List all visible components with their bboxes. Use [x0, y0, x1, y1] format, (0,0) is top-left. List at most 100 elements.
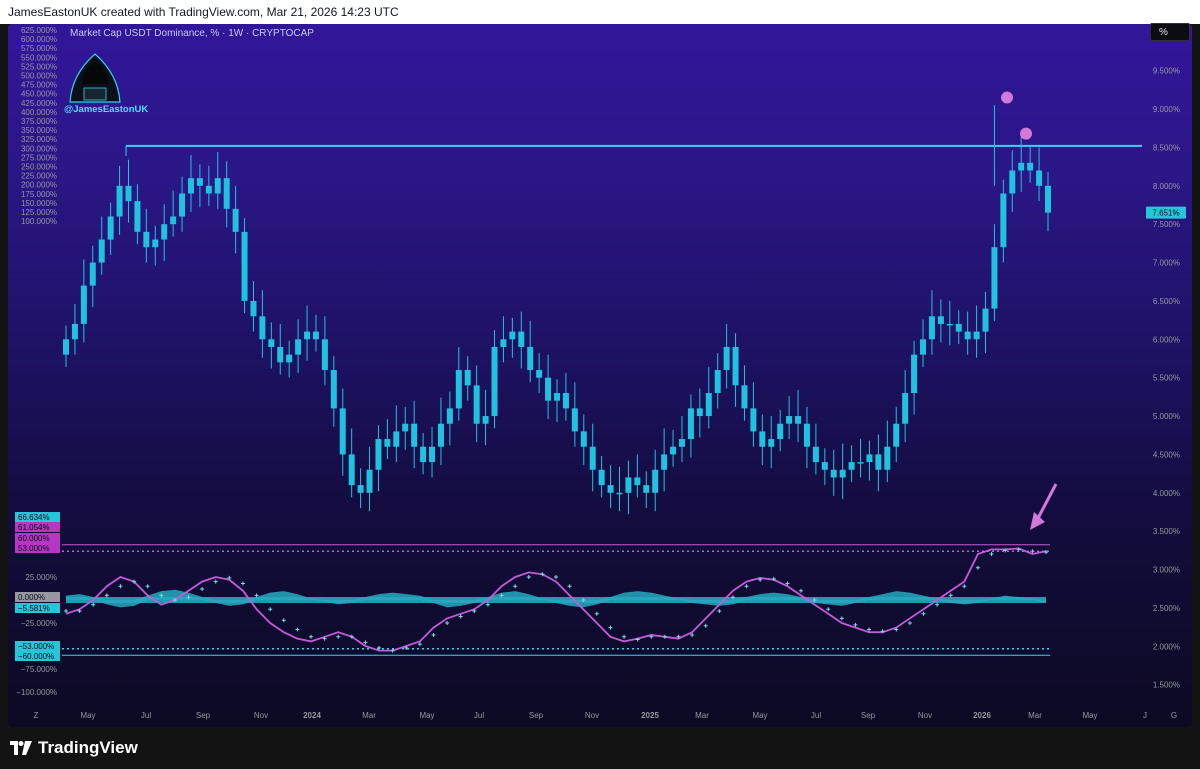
y-left-tick-label: 125.000%	[21, 208, 57, 217]
y-left-tick-label: −25.000%	[21, 619, 57, 628]
x-tick-label: Nov	[585, 711, 599, 720]
y-left-tick-label: 25.000%	[25, 573, 57, 582]
candle-body	[1027, 162, 1034, 171]
tradingview-logo[interactable]: TradingView	[10, 738, 138, 758]
candle-body	[643, 485, 650, 493]
candle-body	[741, 385, 748, 409]
y-left-tick-label: 275.000%	[21, 153, 57, 162]
candle-body	[911, 354, 918, 394]
y-right-tick-label: 9.000%	[1153, 105, 1180, 114]
candle-body	[554, 393, 560, 401]
candle-body	[455, 370, 462, 409]
osc-signal-point	[839, 616, 844, 621]
candle-body	[250, 300, 257, 317]
candle-body	[179, 193, 186, 217]
y-right-tick-label: 2.500%	[1153, 604, 1180, 613]
candle-body	[134, 201, 141, 232]
osc-signal-point	[118, 584, 123, 589]
candle-body	[321, 339, 328, 370]
x-tick-label: Nov	[918, 711, 932, 720]
candle-body	[803, 423, 810, 447]
candle-body	[187, 178, 194, 194]
candle-body	[768, 439, 775, 447]
candle-body	[830, 469, 837, 478]
osc-badge-text: 60.000%	[18, 534, 50, 543]
y-left-tick-label: 575.000%	[21, 44, 57, 53]
x-tick-label: Nov	[254, 711, 268, 720]
candle-body	[821, 462, 828, 470]
percent-scale-button[interactable]: %	[1150, 23, 1190, 41]
y-left-tick-label: 350.000%	[21, 126, 57, 135]
osc-signal-point	[935, 602, 940, 607]
y-left-tick-label: 175.000%	[21, 190, 57, 199]
last-value-badge-text: 7.651%	[1152, 209, 1179, 218]
candle-body	[500, 339, 507, 347]
osc-badge-text: 0.000%	[18, 593, 45, 602]
y-left-tick-label: 475.000%	[21, 81, 57, 90]
y-right-tick-label: 8.000%	[1153, 182, 1180, 191]
y-left-tick-label: −75.000%	[21, 665, 57, 674]
y-left-tick-label: 250.000%	[21, 163, 57, 172]
y-left-tick-label: 100.000%	[21, 217, 57, 226]
candle-body	[1036, 170, 1043, 186]
chart-svg: 9.500% 9.000% 8.500% 8.000% 7.500% 7.000% 6.50…	[15, 26, 1186, 720]
candle-body	[437, 423, 444, 447]
candle-body	[71, 323, 78, 340]
y-left-tick-label: 625.000%	[21, 26, 57, 35]
candle-body	[652, 469, 659, 493]
candle-body	[80, 285, 87, 324]
candle-body	[991, 247, 998, 309]
osc-signal-point	[295, 627, 300, 632]
y-right-tick-label: 1.500%	[1153, 681, 1180, 690]
osc-signal-point	[662, 634, 667, 639]
y-right-tick-label: 7.000%	[1153, 259, 1180, 268]
osc-signal-point	[554, 575, 558, 579]
candle-body	[482, 416, 489, 424]
osc-signal-point	[145, 584, 150, 589]
x-tick-label: G	[1171, 711, 1177, 720]
osc-badge-text: 53.000%	[18, 544, 50, 553]
y-right-tick-label: 2.000%	[1153, 642, 1180, 651]
candle-body	[259, 316, 266, 340]
candle-body	[429, 446, 436, 463]
candle-body	[384, 439, 391, 447]
osc-badge-text: −60.000%	[18, 652, 54, 661]
candle-body	[357, 485, 364, 493]
candle-body	[875, 454, 882, 470]
x-tick-label: 2025	[641, 711, 659, 720]
osc-signal-point	[213, 579, 218, 584]
x-tick-label: May	[419, 711, 434, 720]
x-tick-label: 2024	[303, 711, 321, 720]
osc-signal-point	[445, 621, 450, 625]
annotation-arrow-head	[1030, 512, 1045, 530]
candle-body	[411, 423, 418, 447]
candle-body	[1009, 170, 1016, 194]
y-right-tick-label: 7.500%	[1153, 220, 1180, 229]
x-tick-label: J	[1143, 711, 1147, 720]
osc-signal-point	[622, 634, 627, 639]
candle-body	[705, 393, 712, 417]
candle-body	[205, 185, 212, 194]
candle-body	[223, 178, 230, 209]
y-left-tick-label: 200.000%	[21, 181, 57, 190]
x-tick-label: Sep	[529, 711, 544, 720]
candle-body	[304, 331, 311, 340]
candle-body	[464, 370, 471, 386]
osc-signal-point	[567, 584, 572, 589]
osc-signal-point	[799, 588, 803, 593]
y-left-tick-label: 375.000%	[21, 117, 57, 126]
candle-body	[866, 454, 873, 463]
candle-body	[268, 339, 275, 347]
osc-signal-point	[200, 586, 205, 591]
y-right-tick-label: 3.000%	[1153, 566, 1180, 575]
candle-body	[661, 454, 668, 470]
osc-signal-point	[240, 581, 245, 586]
candle-body	[884, 446, 891, 470]
osc-signal-point	[526, 575, 531, 579]
candle-body	[750, 408, 757, 432]
y-left-tick-label: 300.000%	[21, 144, 57, 153]
candle-body	[214, 178, 221, 194]
candle-body	[312, 331, 319, 340]
candle-body	[902, 393, 909, 424]
x-tick-label: Jul	[474, 711, 484, 720]
